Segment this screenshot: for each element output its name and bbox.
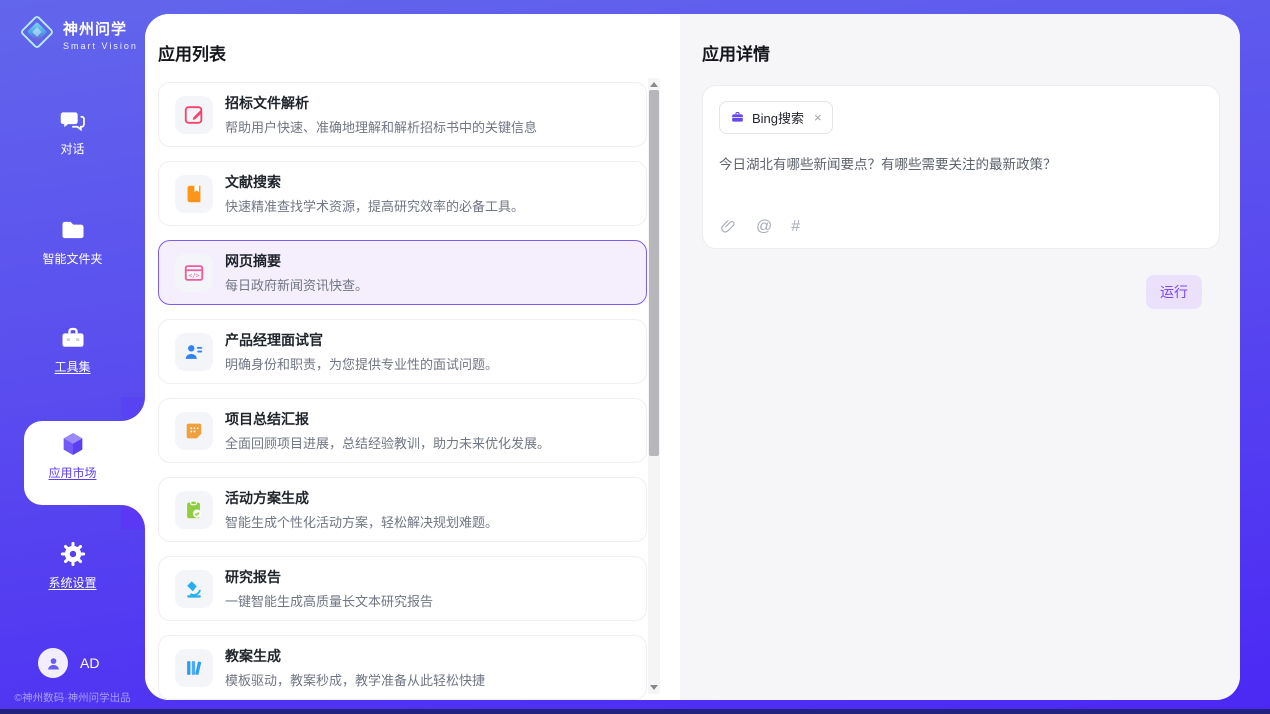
app-card-desc: 全面回顾项目进展，总结经验教训，助力未来优化发展。 — [225, 433, 550, 452]
brand-name: 神州问学 — [63, 18, 138, 39]
selected-tab-corner-bottom — [121, 505, 145, 529]
cube-icon — [59, 430, 87, 458]
sidebar-item-chat[interactable]: 对话 — [0, 106, 145, 157]
app-card[interactable]: 研究报告 一键智能生成高质量长文本研究报告 — [158, 556, 647, 621]
app-card-name: 研究报告 — [225, 567, 433, 587]
sidebar-item-app-market[interactable]: 应用市场 — [0, 430, 145, 481]
app-card-desc: 明确身份和职责，为您提供专业性的面试问题。 — [225, 354, 498, 373]
prompt-query-text[interactable]: 今日湖北有哪些新闻要点？有哪些需要关注的最新政策？ — [719, 153, 1203, 173]
app-card[interactable]: 项目总结汇报 全面回顾项目进展，总结经验教训，助力未来优化发展。 — [158, 398, 647, 463]
scrollbar[interactable] — [648, 78, 660, 694]
app-card[interactable]: 招标文件解析 帮助用户快速、准确地理解和解析招标书中的关键信息 — [158, 82, 647, 147]
hash-icon[interactable]: # — [791, 218, 800, 235]
run-button[interactable]: 运行 — [1146, 275, 1202, 309]
sidebar-item-smart-folder[interactable]: 智能文件夹 — [0, 216, 145, 267]
sidebar-item-label: 智能文件夹 — [42, 250, 102, 267]
app-detail-panel: 应用详情 Bing搜索 × 今日湖北有哪些新闻要点？有哪些需要关注的最新政策？ … — [680, 14, 1240, 700]
book-icon — [175, 175, 213, 213]
app-card-desc: 一键智能生成高质量长文本研究报告 — [225, 591, 433, 610]
app-card-desc: 帮助用户快速、准确地理解和解析招标书中的关键信息 — [225, 117, 537, 136]
brand-logo: 神州问学 Smart Vision — [18, 13, 138, 56]
app-card[interactable]: 文献搜索 快速精准查找学术资源，提高研究效率的必备工具。 — [158, 161, 647, 226]
app-card[interactable]: 活动方案生成 智能生成个性化活动方案，轻松解决规划难题。 — [158, 477, 647, 542]
microscope-icon — [175, 570, 213, 608]
app-detail-title: 应用详情 — [702, 40, 1220, 65]
user-account[interactable]: AD — [38, 648, 99, 678]
gear-icon — [59, 540, 87, 568]
app-list-panel: 应用列表 招标文件解析 帮助用户快速、准确地理解和解析招标书中的关键信息 文献搜… — [145, 14, 680, 700]
briefcase-icon — [730, 110, 745, 125]
tool-chip-label: Bing搜索 — [752, 108, 804, 127]
diamond-logo-icon — [18, 13, 56, 56]
window-bottom-strip — [0, 709, 1270, 714]
folder-icon — [59, 216, 87, 244]
paperclip-icon[interactable] — [720, 218, 737, 235]
app-card-name: 项目总结汇报 — [225, 409, 550, 429]
selected-tab-corner-top — [121, 397, 145, 421]
copyright-footer: ©神州数码·神州问学出品 — [0, 690, 145, 705]
web-code-icon: </> — [175, 254, 213, 292]
sidebar-item-toolset[interactable]: 工具集 — [0, 324, 145, 375]
scroll-up-icon[interactable] — [650, 82, 658, 87]
close-icon[interactable]: × — [814, 110, 822, 125]
main-content: 应用列表 招标文件解析 帮助用户快速、准确地理解和解析招标书中的关键信息 文献搜… — [145, 14, 1240, 700]
app-card[interactable]: 产品经理面试官 明确身份和职责，为您提供专业性的面试问题。 — [158, 319, 647, 384]
app-card-name: 招标文件解析 — [225, 93, 537, 113]
sidebar-item-label: 对话 — [60, 140, 84, 157]
sidebar: 神州问学 Smart Vision 对话 智能文件夹 工具集 应用市场 系统设置… — [0, 0, 145, 714]
scroll-down-icon[interactable] — [650, 685, 658, 690]
app-card-desc: 智能生成个性化活动方案，轻松解决规划难题。 — [225, 512, 498, 531]
app-card-desc: 模板驱动，教案秒成，教学准备从此轻松快捷 — [225, 670, 485, 689]
interviewer-icon — [175, 333, 213, 371]
tool-chip-bing-search[interactable]: Bing搜索 × — [719, 101, 833, 134]
app-card-name: 文献搜索 — [225, 172, 524, 192]
clipboard-check-icon — [175, 491, 213, 529]
app-card-name: 网页摘要 — [225, 251, 368, 271]
sidebar-item-label: 系统设置 — [48, 574, 96, 591]
user-initials: AD — [80, 655, 99, 671]
app-card[interactable]: 教案生成 模板驱动，教案秒成，教学准备从此轻松快捷 — [158, 635, 647, 700]
avatar[interactable] — [38, 648, 68, 678]
app-card-name: 活动方案生成 — [225, 488, 498, 508]
bid-doc-icon — [175, 96, 213, 134]
summary-note-icon — [175, 412, 213, 450]
composer-toolbar: @# — [720, 218, 800, 235]
app-card-name: 教案生成 — [225, 646, 485, 666]
at-icon[interactable]: @ — [756, 218, 772, 235]
books-icon — [175, 649, 213, 687]
brand-subtitle: Smart Vision — [63, 41, 138, 51]
sidebar-item-label: 应用市场 — [48, 464, 96, 481]
svg-text:</>: </> — [189, 272, 200, 279]
app-card-desc: 每日政府新闻资讯快查。 — [225, 275, 368, 294]
prompt-input-card[interactable]: Bing搜索 × 今日湖北有哪些新闻要点？有哪些需要关注的最新政策？ @# — [702, 85, 1220, 249]
app-card[interactable]: </> 网页摘要 每日政府新闻资讯快查。 — [158, 240, 647, 305]
app-window: { "brand": { "name": "神州问学", "subtitle":… — [0, 0, 1270, 714]
chat-icon — [59, 106, 87, 134]
sidebar-item-settings[interactable]: 系统设置 — [0, 540, 145, 591]
scrollbar-thumb[interactable] — [649, 90, 659, 456]
toolbox-icon — [59, 324, 87, 352]
app-card-desc: 快速精准查找学术资源，提高研究效率的必备工具。 — [225, 196, 524, 215]
sidebar-item-label: 工具集 — [54, 358, 90, 375]
app-card-name: 产品经理面试官 — [225, 330, 498, 350]
app-cards-list: 招标文件解析 帮助用户快速、准确地理解和解析招标书中的关键信息 文献搜索 快速精… — [158, 82, 647, 700]
app-list-title: 应用列表 — [158, 40, 226, 65]
